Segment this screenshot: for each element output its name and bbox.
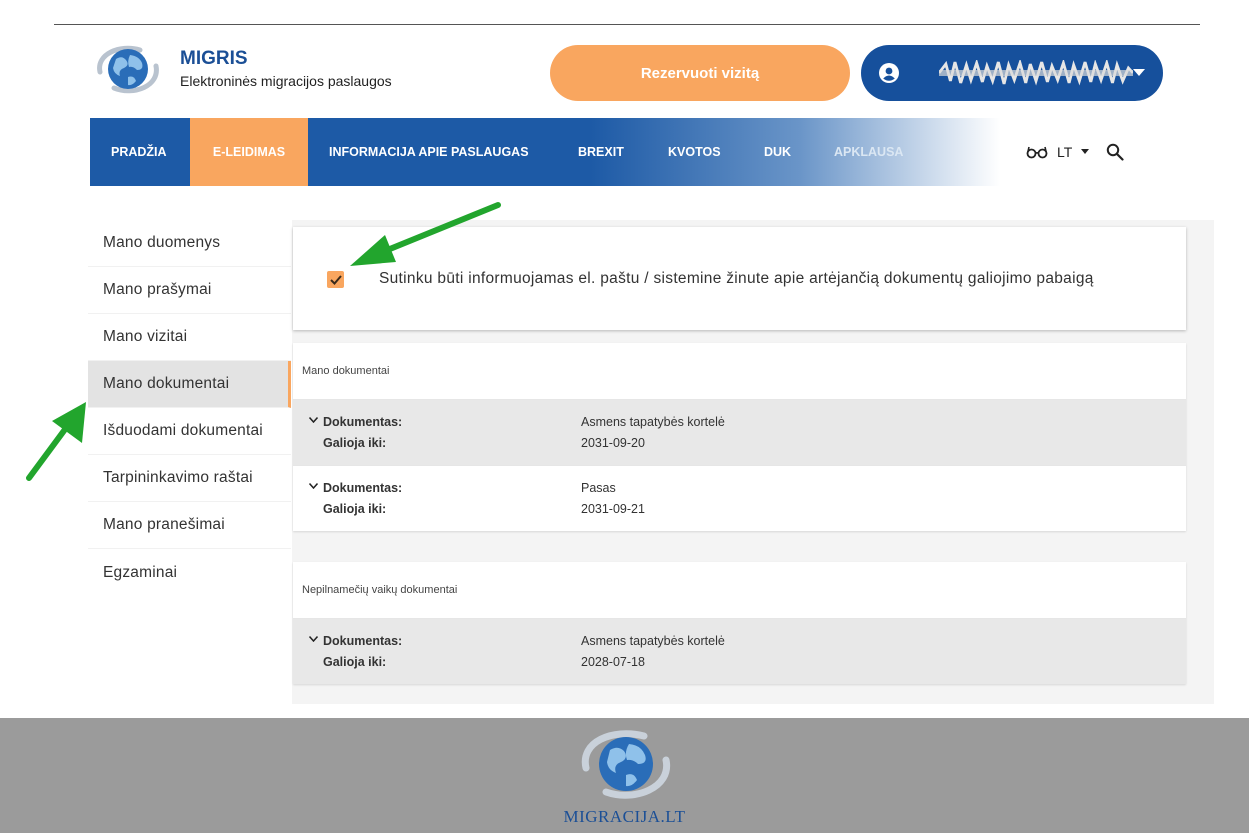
document-label: Dokumentas: [323, 415, 403, 429]
sidebar-item-mano-dokumentai[interactable]: Mano dokumentai [88, 361, 291, 408]
document-row[interactable]: Dokumentas: Galioja iki: Pasas 2031-09-2… [293, 465, 1186, 531]
globe-logo-icon[interactable] [572, 726, 680, 802]
nav-item-apklausa[interactable]: APKLAUSA [834, 118, 903, 186]
document-type: Asmens tapatybės kortelė [581, 415, 725, 429]
nav-item-kvotos[interactable]: KVOTOS [668, 118, 721, 186]
nav-item-pradzia[interactable]: PRADŽIA [111, 118, 167, 186]
section-title: Nepilnamečių vaikų dokumentai [302, 584, 458, 596]
user-name-redacted [939, 60, 1133, 86]
sidebar-item-isduodami-dokumentai[interactable]: Išduodami dokumentai [88, 408, 291, 455]
language-selector[interactable]: LT [1057, 144, 1072, 160]
nav-item-e-leidimas[interactable]: E-LEIDIMAS [190, 118, 308, 186]
document-label: Dokumentas: [323, 634, 403, 648]
globe-logo-icon[interactable] [90, 42, 166, 96]
document-label: Dokumentas: [323, 481, 403, 495]
nav-item-brexit[interactable]: BREXIT [578, 118, 624, 186]
document-row[interactable]: Dokumentas: Galioja iki: Asmens tapatybė… [293, 399, 1186, 465]
account-circle-icon [879, 63, 899, 83]
sidebar-item-mano-vizitai[interactable]: Mano vizitai [88, 314, 291, 361]
chevron-down-icon [309, 483, 318, 489]
chevron-down-icon [309, 417, 318, 423]
footer-site-name: MIGRACIJA.LT [563, 807, 686, 826]
my-documents-section: Mano dokumentai Dokumentas: Galioja iki:… [293, 343, 1186, 531]
sidebar-item-tarpininkavimo-rastai[interactable]: Tarpininkavimo raštai [88, 455, 291, 502]
minor-children-documents-section: Nepilnamečių vaikų dokumentai Dokumentas… [293, 562, 1186, 684]
document-row[interactable]: Dokumentas: Galioja iki: Asmens tapatybė… [293, 618, 1186, 684]
chevron-down-icon[interactable] [1081, 149, 1090, 155]
nav-tools: LT [1026, 140, 1124, 164]
document-type: Pasas [581, 481, 616, 495]
valid-until-label: Galioja iki: [323, 655, 387, 669]
sidebar-item-mano-pranesimai[interactable]: Mano pranešimai [88, 502, 291, 549]
valid-until-date: 2031-09-20 [581, 436, 645, 450]
sidebar-item-mano-duomenys[interactable]: Mano duomenys [88, 220, 291, 267]
chevron-down-icon [1133, 69, 1145, 76]
valid-until-label: Galioja iki: [323, 436, 387, 450]
chevron-down-icon [309, 636, 318, 642]
main-navigation: PRADŽIA E-LEIDIMAS INFORMACIJA APIE PASL… [90, 118, 1000, 186]
section-title: Mano dokumentai [302, 365, 390, 377]
consent-checkbox[interactable] [327, 271, 344, 288]
valid-until-label: Galioja iki: [323, 502, 387, 516]
consent-label: Sutinku būti informuojamas el. paštu / s… [379, 270, 1094, 287]
user-menu-button[interactable] [861, 45, 1163, 101]
reserve-visit-button[interactable]: Rezervuoti vizitą [550, 45, 850, 101]
document-type: Asmens tapatybės kortelė [581, 634, 725, 648]
nav-item-informacija[interactable]: INFORMACIJA APIE PASLAUGAS [329, 118, 529, 186]
valid-until-date: 2031-09-21 [581, 502, 645, 516]
brand-subtitle: Elektroninės migracijos paslaugos [180, 73, 392, 89]
checkmark-icon [329, 274, 342, 285]
search-icon[interactable] [1106, 143, 1124, 161]
sidebar-item-egzaminai[interactable]: Egzaminai [88, 549, 291, 596]
top-divider [54, 24, 1200, 25]
valid-until-date: 2028-07-18 [581, 655, 645, 669]
sidebar: Mano duomenys Mano prašymai Mano vizitai… [88, 220, 291, 596]
glasses-icon[interactable] [1026, 145, 1048, 159]
brand-title: MIGRIS [180, 48, 248, 69]
green-arrow-icon [26, 402, 86, 481]
nav-item-duk[interactable]: DUK [764, 118, 791, 186]
sidebar-item-mano-prasymai[interactable]: Mano prašymai [88, 267, 291, 314]
